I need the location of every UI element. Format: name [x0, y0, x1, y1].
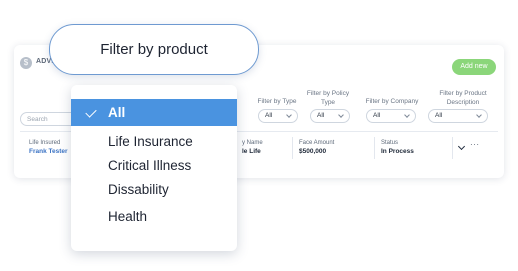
chevron-down-icon[interactable] [457, 142, 466, 151]
filter-product-value: All [435, 112, 443, 119]
filter-company-select[interactable]: All [366, 109, 416, 123]
dropdown-option-label: Critical Illness [108, 158, 192, 173]
callout-text: Filter by product [100, 41, 208, 58]
dropdown-option-all[interactable]: All [71, 99, 237, 126]
column-divider [292, 137, 293, 159]
dropdown-option-label: Health [108, 209, 148, 224]
column-divider [374, 137, 375, 159]
status-label: Status [381, 140, 399, 146]
dropdown-option-label: All [108, 105, 126, 120]
dropdown-option-life-insurance[interactable]: Life Insurance [71, 128, 237, 155]
dropdown-option-label: Dissability [108, 182, 169, 197]
filter-type-select[interactable]: All [258, 109, 298, 123]
chevron-down-icon [476, 112, 482, 118]
dropdown-option-label: Life Insurance [108, 134, 193, 149]
face-amount-label: Face Amount [299, 140, 335, 146]
more-icon[interactable]: ··· [470, 140, 480, 149]
filter-policy-type-value: All [317, 112, 325, 119]
check-icon [85, 106, 97, 118]
filter-company-label: Filter by Company [365, 98, 419, 105]
policy-name-value: le Life [242, 148, 261, 155]
filter-type-label: Filter by Type [257, 98, 297, 105]
face-amount-value: $500,000 [299, 148, 327, 155]
filter-company-value: All [373, 112, 381, 119]
chevron-down-icon [286, 112, 292, 118]
filter-by-product-callout: Filter by product [49, 24, 259, 75]
filter-policy-type-select[interactable]: All [310, 109, 350, 123]
chevron-down-icon [404, 112, 410, 118]
column-divider [452, 137, 453, 159]
dropdown-option-critical-illness[interactable]: Critical Illness [71, 152, 237, 179]
add-new-button[interactable]: Add new [452, 59, 496, 75]
policy-name-label: y Name [242, 140, 263, 146]
filter-type-value: All [265, 112, 273, 119]
filter-policy-type-label: Filter by Policy Type [306, 90, 350, 106]
dropdown-option-dissability[interactable]: Dissability [71, 176, 237, 203]
filter-product-select[interactable]: All [428, 109, 488, 123]
product-filter-dropdown[interactable]: All Life Insurance Critical Illness Diss… [71, 85, 237, 251]
logo-icon: $ [20, 57, 32, 69]
status-value: In Process [381, 148, 414, 155]
insured-label: Life Insured [29, 140, 61, 146]
insured-name-link[interactable]: Frank Tester [29, 148, 68, 155]
chevron-down-icon [338, 112, 344, 118]
dropdown-option-health[interactable]: Health [71, 203, 237, 230]
filter-product-label: Filter by Product Description [439, 90, 487, 106]
